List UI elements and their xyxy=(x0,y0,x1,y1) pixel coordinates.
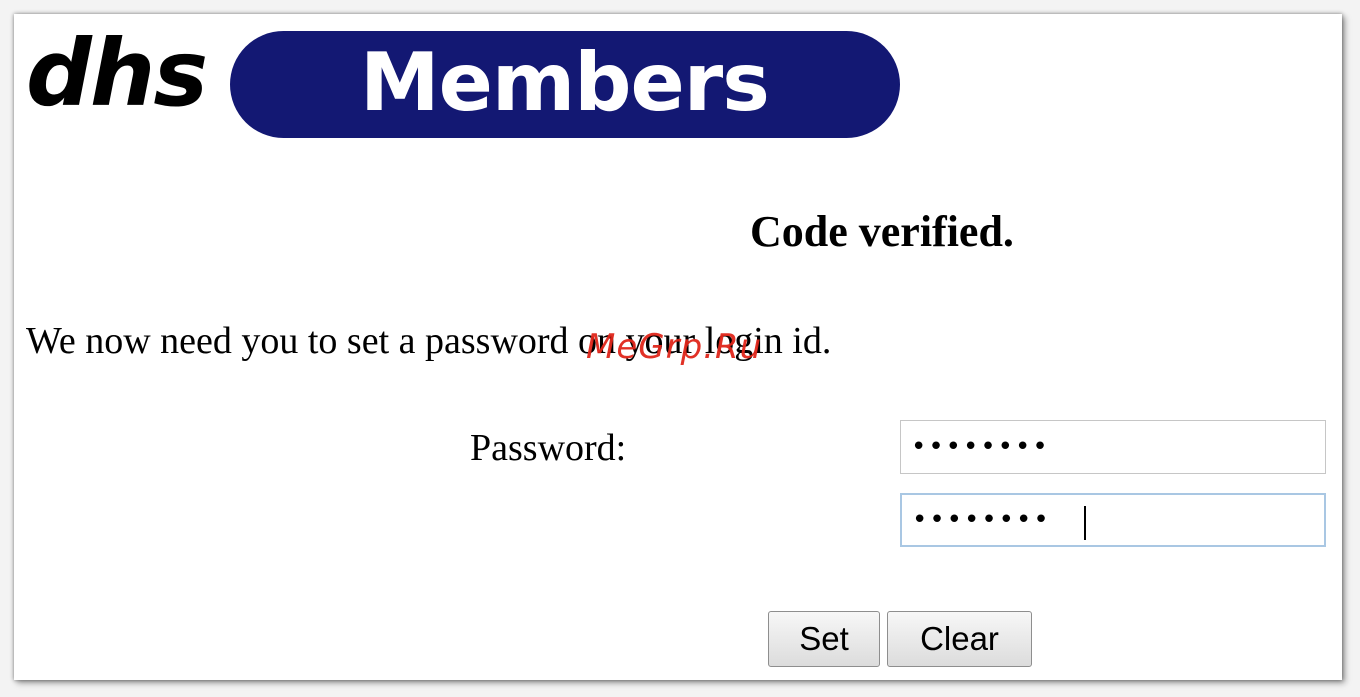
set-button[interactable]: Set xyxy=(768,611,880,667)
members-logo-text: Members xyxy=(360,36,770,129)
page-title: Code verified. xyxy=(750,207,1014,256)
text-caret xyxy=(1084,506,1086,540)
password-field[interactable] xyxy=(900,420,1326,474)
confirm-password-field[interactable] xyxy=(900,493,1326,547)
password-label: Password: xyxy=(470,427,627,469)
dhs-logo-text: dhs xyxy=(26,20,208,127)
clear-button[interactable]: Clear xyxy=(887,611,1032,667)
page-frame: dhs Members Code verified. We now need y… xyxy=(14,14,1342,680)
members-logo-pill: Members xyxy=(230,31,900,138)
watermark-text: MeGrp.Ru xyxy=(586,327,763,367)
